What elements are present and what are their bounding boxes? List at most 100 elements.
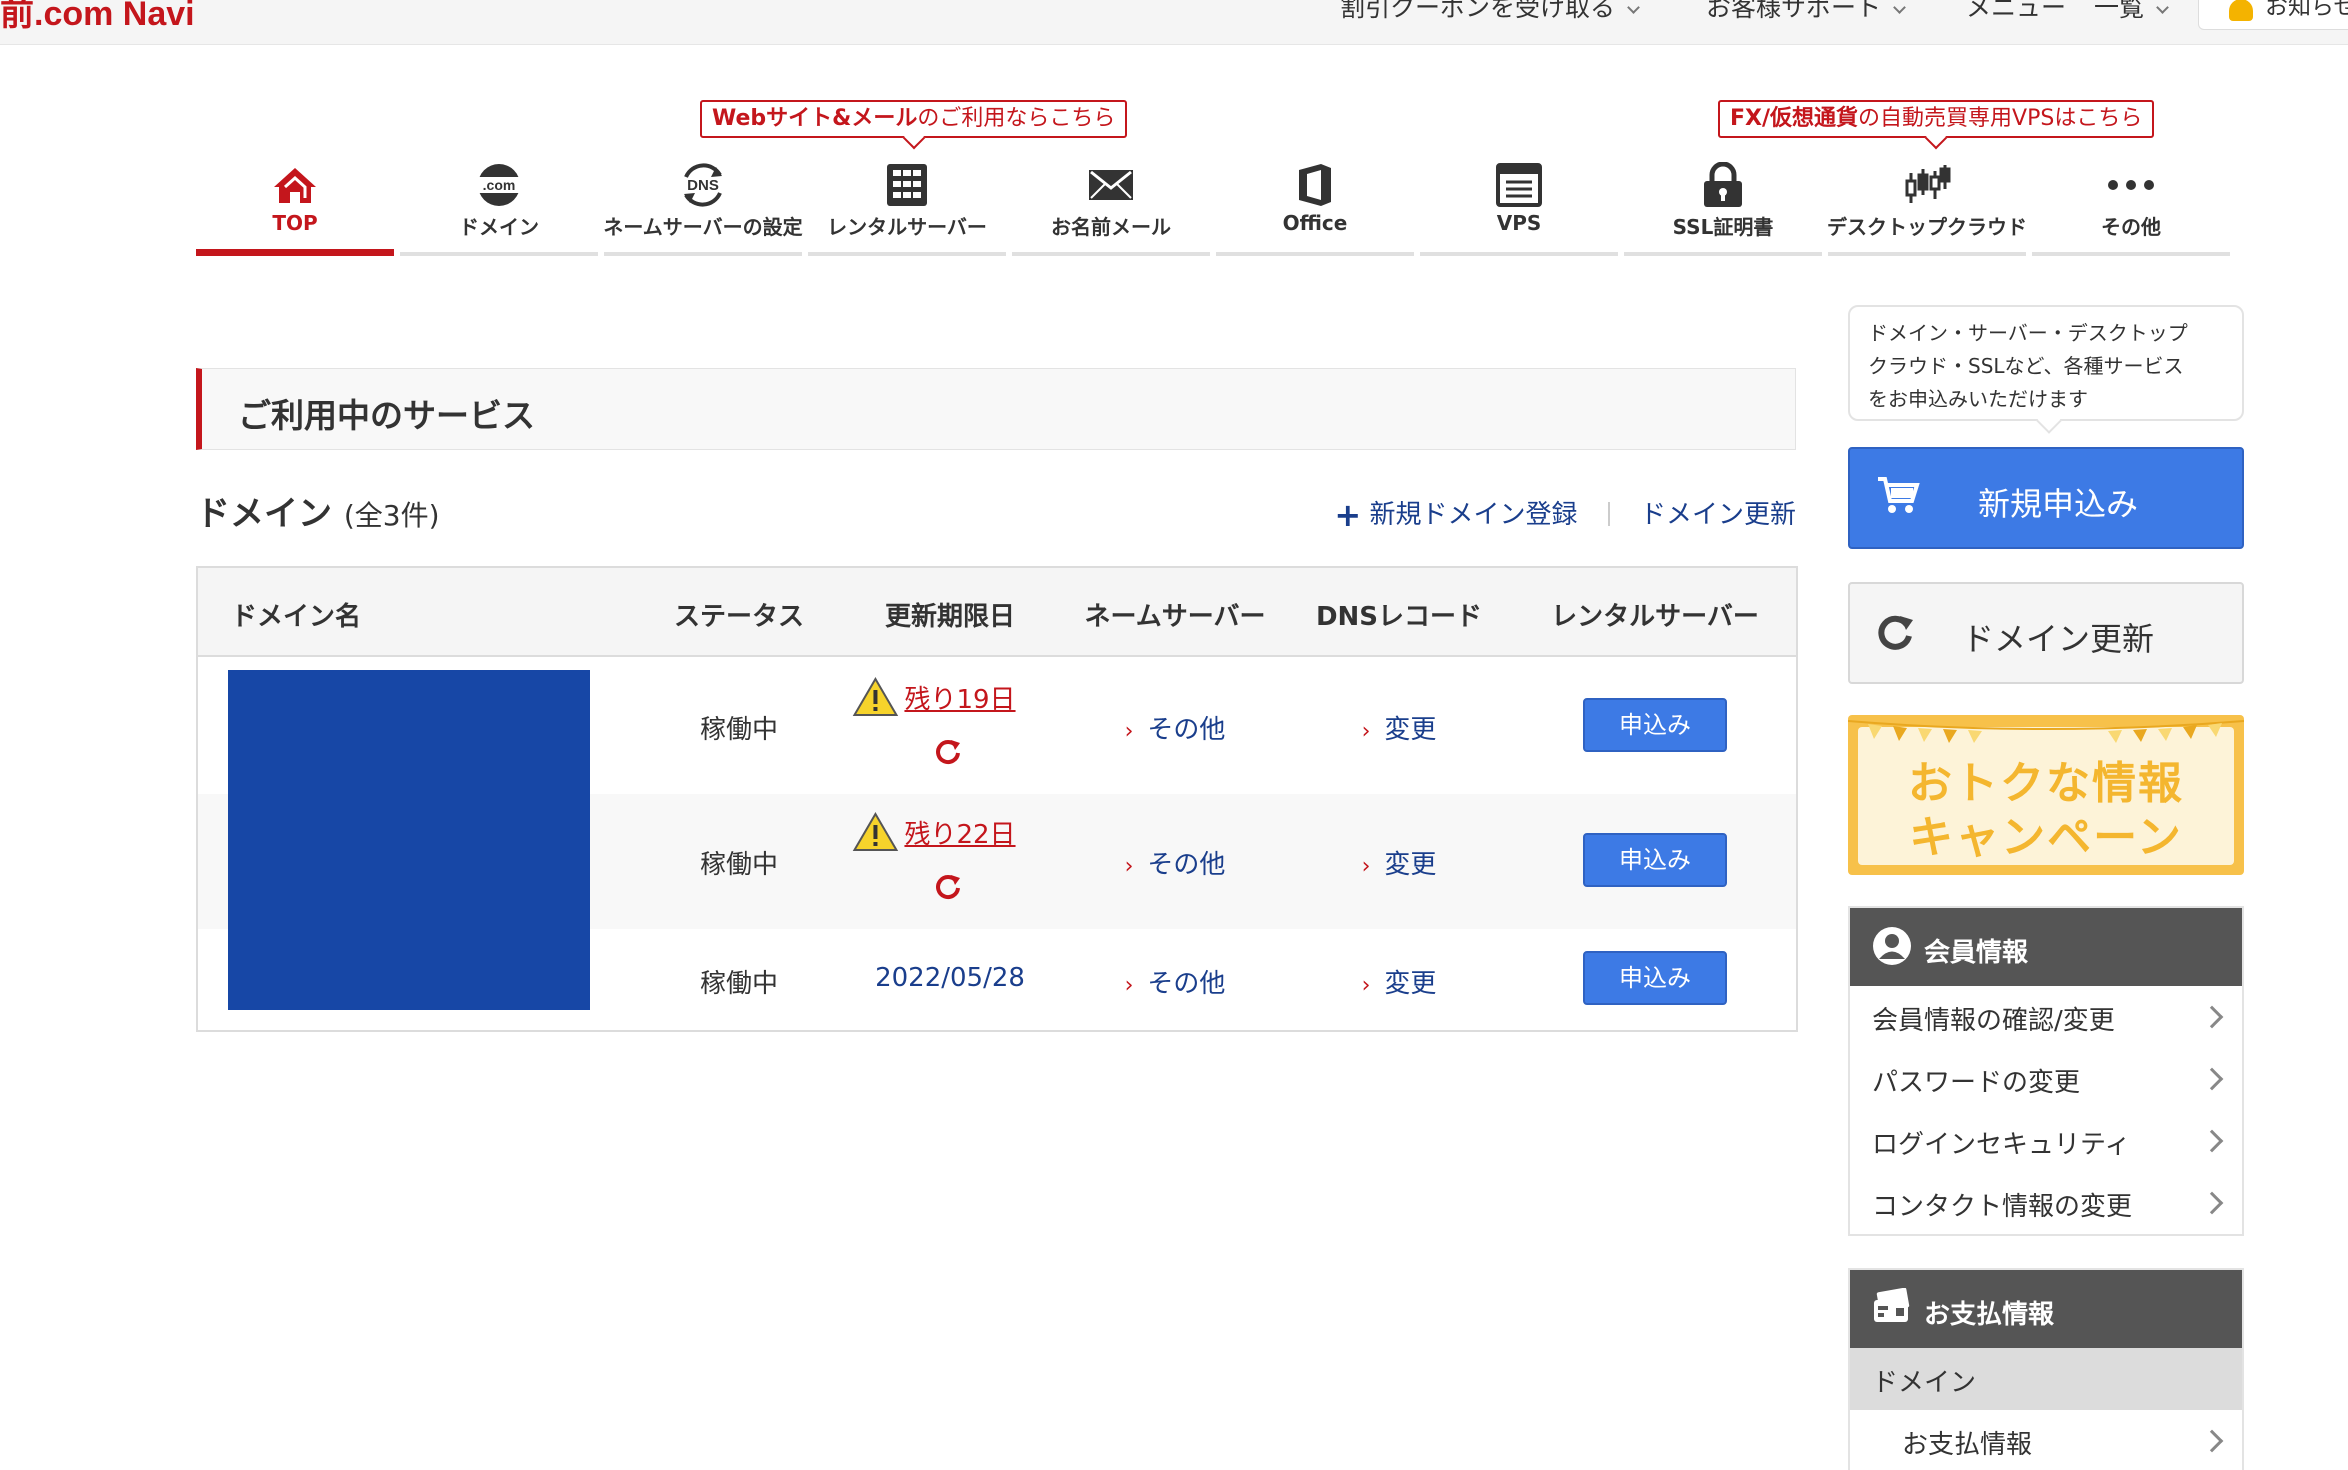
renew-icon[interactable]	[934, 737, 962, 765]
domain-renew-label: ドメイン更新	[1962, 620, 2155, 658]
member-item-contact[interactable]: コンタクト情報の変更	[1850, 1172, 2242, 1234]
office-icon	[1285, 160, 1345, 210]
dns-change-link[interactable]: › 変更	[1362, 844, 1437, 881]
bunting-decoration	[1848, 720, 2244, 743]
chevron-right-icon	[2200, 1067, 2224, 1091]
chevron-right-icon	[2200, 1429, 2224, 1453]
lock-icon	[1693, 160, 1753, 210]
col-nameserver: ネームサーバー	[1084, 602, 1266, 632]
refresh-icon	[1878, 615, 1913, 650]
bubble-line: ドメイン・サーバー・デスクトップ	[1868, 321, 2188, 345]
payment-item-info[interactable]: お支払情報	[1850, 1410, 2242, 1470]
more-icon	[2101, 160, 2161, 210]
nav-onamae-mail[interactable]: お名前メール	[1012, 158, 1210, 256]
member-info-panel: 会員情報 会員情報の確認/変更 パスワードの変更 ログインセキュリティ コンタク…	[1848, 906, 2244, 1236]
renew-icon[interactable]	[934, 872, 962, 900]
chevron-right-icon	[2200, 1129, 2224, 1153]
coupon-menu[interactable]: 割引クーポンを受け取る	[1340, 0, 1640, 24]
notice-button[interactable]: お知らせ	[2198, 0, 2348, 30]
new-apply-button[interactable]: 新規申込み	[1848, 447, 2244, 549]
vps-icon	[1489, 160, 1549, 210]
col-domain-name: ドメイン名	[230, 602, 362, 632]
user-icon	[1873, 927, 1911, 965]
expire-date: 2022/05/28	[875, 963, 1025, 993]
apply-button[interactable]: 申込み	[1583, 951, 1727, 1005]
cart-icon	[1878, 477, 1920, 513]
new-domain-link[interactable]: 新規ドメイン登録	[1369, 500, 1577, 530]
campaign-subtitle: キャンペーン	[1909, 812, 2183, 863]
mail-icon	[1081, 160, 1141, 210]
domain-renew-button[interactable]: ドメイン更新	[1848, 582, 2244, 684]
table-header: ドメイン名 ステータス 更新期限日 ネームサーバー DNSレコード レンタルサー…	[198, 568, 1796, 657]
payment-info-panel: お支払情報 ドメイン お支払情報	[1848, 1268, 2244, 1470]
nav-label: Office	[1282, 211, 1348, 235]
col-rental-server: レンタルサーバー	[1551, 602, 1759, 632]
home-icon	[265, 160, 325, 210]
dotcom-icon: .com	[469, 160, 529, 210]
payment-info-header: お支払情報	[1850, 1270, 2242, 1348]
main-menu[interactable]: メニュー	[1966, 0, 2066, 24]
web-mail-promo[interactable]: Webサイト&メールのご利用ならこちら	[700, 100, 1128, 150]
nav-other[interactable]: その他	[2032, 158, 2230, 256]
plus-icon: +	[1334, 496, 1362, 534]
payment-category-domain: ドメイン	[1850, 1348, 2242, 1410]
member-item-security[interactable]: ログインセキュリティ	[1850, 1110, 2242, 1172]
nav-label: その他	[2101, 215, 2161, 239]
nav-desktop-cloud[interactable]: デスクトップクラウド	[1827, 158, 2027, 256]
notice-label: お知らせ	[2265, 0, 2348, 20]
nav-label: お名前メール	[1051, 215, 1171, 239]
campaign-banner[interactable]: おトクな情報 キャンペーン	[1848, 715, 2244, 875]
nav-label: ドメイン	[459, 215, 539, 239]
nav-nameserver[interactable]: DNS ネームサーバーの設定	[603, 158, 803, 256]
nav-rental-server[interactable]: レンタルサーバー	[808, 158, 1006, 256]
nav-label: ネームサーバーの設定	[603, 215, 803, 239]
service-info-bubble: ドメイン・サーバー・デスクトップ クラウド・SSLなど、各種サービス をお申込み…	[1848, 305, 2244, 434]
nav-top[interactable]: TOP	[196, 158, 394, 256]
bubble-line: クラウド・SSLなど、各種サービス	[1868, 354, 2184, 378]
server-icon	[877, 160, 937, 210]
warning-icon	[852, 812, 899, 851]
member-info-header: 会員情報	[1850, 908, 2242, 986]
expire-link[interactable]: 残り19日	[904, 679, 1015, 716]
nav-label: VPS	[1496, 211, 1542, 235]
chart-icon	[1897, 160, 1957, 210]
domain-links: + 新規ドメイン登録 ドメイン更新	[1334, 494, 1796, 534]
apply-button[interactable]: 申込み	[1583, 833, 1727, 887]
nav-domain[interactable]: .com ドメイン	[400, 158, 598, 256]
status-text: 稼働中	[699, 969, 779, 999]
nav-label: デスクトップクラウド	[1827, 215, 2027, 239]
dns-change-link[interactable]: › 変更	[1362, 709, 1437, 746]
nav-vps[interactable]: VPS	[1420, 158, 1618, 256]
svg-text:DNS: DNS	[687, 177, 719, 194]
site-logo[interactable]: 前.com Navi	[0, 0, 195, 35]
member-item-confirm[interactable]: 会員情報の確認/変更	[1850, 986, 2242, 1048]
nameserver-link[interactable]: › その他	[1125, 844, 1226, 881]
nav-label: TOP	[272, 211, 318, 235]
domain-renew-link[interactable]: ドメイン更新	[1640, 500, 1796, 530]
domain-table: ドメイン名 ステータス 更新期限日 ネームサーバー DNSレコード レンタルサー…	[196, 566, 1798, 1032]
section-header: ご利用中のサービス	[196, 368, 1796, 450]
new-apply-label: 新規申込み	[1978, 485, 2139, 523]
chevron-right-icon	[2200, 1005, 2224, 1029]
apply-button[interactable]: 申込み	[1583, 698, 1727, 752]
domain-count: (全3件)	[343, 499, 440, 532]
col-status: ステータス	[673, 602, 805, 632]
list-menu[interactable]: 一覧	[2094, 0, 2169, 24]
warning-icon	[852, 677, 899, 716]
nav-office[interactable]: Office	[1216, 158, 1414, 256]
svg-text:.com: .com	[483, 177, 516, 193]
expire-link[interactable]: 残り22日	[904, 814, 1015, 851]
redacted-domain-names	[228, 670, 590, 1010]
nameserver-link[interactable]: › その他	[1125, 963, 1226, 1000]
fx-vps-promo[interactable]: FX/仮想通貨の自動売買専用VPSはこちら	[1718, 100, 2155, 150]
nameserver-link[interactable]: › その他	[1125, 709, 1226, 746]
dns-change-link[interactable]: › 変更	[1362, 963, 1437, 1000]
dns-icon: DNS	[673, 160, 733, 210]
chevron-down-icon	[2156, 1, 2169, 14]
member-item-password[interactable]: パスワードの変更	[1850, 1048, 2242, 1110]
top-bar: 前.com Navi 割引クーポンを受け取る お客様サポート メニュー 一覧 お…	[0, 0, 2348, 45]
nav-ssl[interactable]: SSL証明書	[1624, 158, 1822, 256]
support-menu[interactable]: お客様サポート	[1706, 0, 1906, 24]
wallet-icon	[1874, 1288, 1910, 1322]
bell-icon	[2229, 0, 2253, 21]
